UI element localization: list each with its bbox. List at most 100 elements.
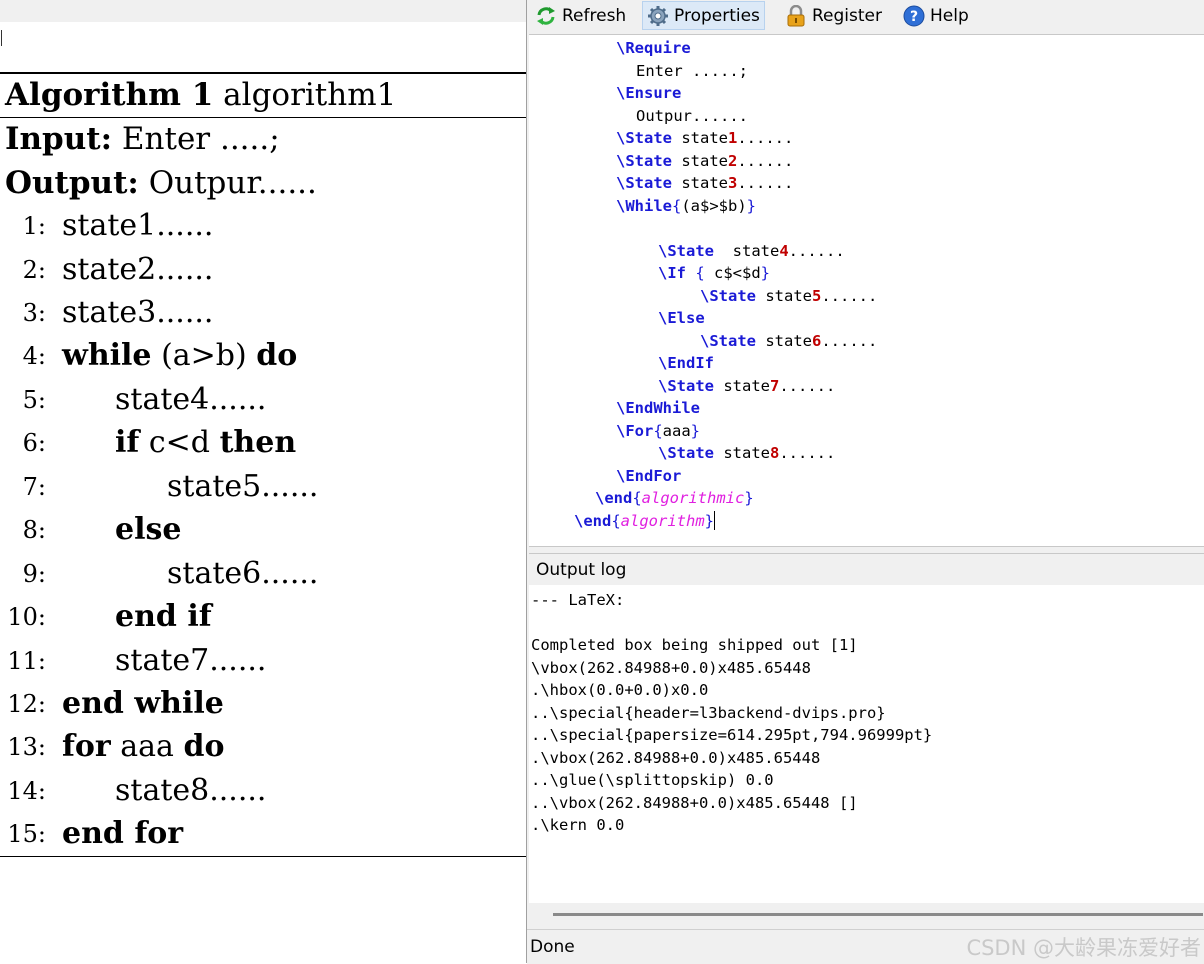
- line-keyword: for: [62, 729, 111, 764]
- code-token: \State: [700, 287, 756, 305]
- register-label: Register: [812, 5, 882, 26]
- code-token: {: [672, 197, 682, 215]
- algorithm-line: 8: else: [0, 510, 526, 550]
- input-text: Enter .....;: [121, 121, 280, 157]
- code-token: }: [690, 422, 701, 440]
- code-line: \State state7......: [658, 375, 835, 397]
- algorithm-line: 2: state2......: [0, 250, 526, 290]
- code-token: 1: [728, 129, 738, 147]
- algorithm-caption-label: Algorithm 1: [5, 77, 214, 113]
- output-log-header: Output log: [529, 553, 1204, 586]
- code-line: \State state2......: [616, 150, 793, 172]
- code-token: \Else: [658, 309, 705, 327]
- algorithm-line: 1: state1......: [0, 206, 526, 246]
- code-token: {: [632, 489, 642, 507]
- horizontal-scrollbar[interactable]: [529, 903, 1204, 929]
- line-number: 1:: [22, 212, 46, 240]
- scrollbar-thumb[interactable]: [553, 913, 1203, 916]
- code-token: }: [704, 512, 715, 530]
- line-content: state6......: [167, 556, 319, 591]
- code-token: 2: [728, 152, 738, 170]
- log-line: --- LaTeX:: [531, 591, 625, 609]
- code-token: state: [672, 129, 728, 147]
- code-editor[interactable]: \Require Enter .....; \Ensure Outpur...... \…: [529, 34, 1204, 547]
- output-log-title: Output log: [536, 560, 627, 580]
- line-keyword: while: [62, 338, 152, 373]
- line-text: end for: [62, 814, 183, 854]
- algorithm-caption-rule: [0, 117, 526, 118]
- code-token: ......: [821, 332, 878, 350]
- code-token: }: [744, 489, 754, 507]
- algorithm-top-rule: [0, 72, 526, 74]
- code-line: \EndIf: [658, 352, 714, 374]
- line-content: state8......: [115, 773, 267, 808]
- line-number: 9:: [22, 560, 46, 588]
- code-token: ......: [788, 242, 845, 260]
- algorithm-output: Output: Outpur......: [5, 164, 317, 202]
- code-token: \EndWhile: [616, 399, 700, 417]
- code-token: 4: [779, 242, 789, 260]
- refresh-icon: [535, 5, 557, 27]
- code-token: aaa: [662, 422, 691, 440]
- code-line: \While{(a$>$b)}: [616, 195, 756, 217]
- line-text: for aaa do: [62, 727, 225, 767]
- algorithm-line: 4: while (a>b) do: [0, 336, 526, 376]
- code-token: Outpur......: [636, 107, 748, 125]
- log-line: \vbox(262.84988+0.0)x485.65448: [531, 658, 811, 677]
- line-number: 8:: [22, 516, 46, 544]
- algorithm-caption: Algorithm 1 algorithm1: [5, 76, 526, 114]
- editor-window: Refresh Properties Register ? Help \Requ…: [526, 0, 1204, 964]
- code-token: \State: [658, 377, 714, 395]
- code-line: \State state5......: [700, 285, 877, 307]
- algorithm-line: 11: state7......: [0, 641, 526, 681]
- code-token: \Ensure: [616, 84, 682, 102]
- code-token: \State: [658, 242, 714, 260]
- algorithm-line: 10: end if: [0, 597, 526, 637]
- algorithm-caption-title: algorithm1: [223, 77, 397, 113]
- output-text: Outpur......: [148, 165, 317, 201]
- output-log[interactable]: --- LaTeX: Completed box being shipped ou…: [529, 585, 1204, 903]
- code-token: ......: [737, 129, 794, 147]
- code-token: \end: [574, 512, 612, 530]
- preview-top-strip: [0, 0, 526, 22]
- properties-button[interactable]: Properties: [642, 1, 765, 30]
- log-line: .\kern 0.0: [531, 816, 625, 834]
- line-content: aaa: [120, 729, 174, 764]
- line-content: state4......: [115, 382, 267, 417]
- code-token: algorithm: [620, 512, 705, 530]
- gear-icon: [647, 5, 669, 27]
- status-text: Done: [530, 937, 575, 957]
- line-keyword: end for: [62, 816, 184, 851]
- code-token: \Require: [616, 39, 691, 57]
- code-line: \State state6......: [700, 330, 877, 352]
- code-token: 3: [728, 174, 738, 192]
- line-number: 4:: [22, 342, 46, 370]
- code-line: \EndFor: [616, 465, 681, 487]
- code-line: \end{algorithmic}: [595, 487, 754, 509]
- code-token: \State: [616, 129, 672, 147]
- refresh-button[interactable]: Refresh: [531, 1, 630, 30]
- algorithm-line: 9: state6......: [0, 554, 526, 594]
- output-label: Output:: [5, 165, 139, 201]
- register-button[interactable]: Register: [781, 1, 886, 30]
- line-keyword: if: [115, 425, 140, 460]
- status-bar: Done CSDN @大龄果冻爱好者: [527, 929, 1204, 964]
- code-token: ......: [779, 444, 836, 462]
- line-text: end if: [115, 597, 212, 637]
- code-token: 5: [812, 287, 822, 305]
- code-line: \Ensure: [616, 82, 681, 104]
- line-text: end while: [62, 684, 224, 724]
- line-content: c<d: [148, 425, 211, 460]
- help-button[interactable]: ? Help: [899, 1, 973, 30]
- code-token: \While: [616, 197, 672, 215]
- log-line: ..\special{header=l3backend-dvips.pro}: [531, 703, 886, 722]
- algorithm-line: 13: for aaa do: [0, 727, 526, 767]
- text-caret: [714, 511, 716, 530]
- lock-icon: [785, 4, 807, 27]
- line-keyword: end while: [62, 686, 224, 721]
- line-number: 3:: [22, 299, 46, 327]
- code-token: Enter .....;: [636, 62, 748, 80]
- line-text: state5......: [167, 467, 318, 507]
- line-text: state3......: [62, 293, 213, 333]
- algorithm-line: 5: state4......: [0, 380, 526, 420]
